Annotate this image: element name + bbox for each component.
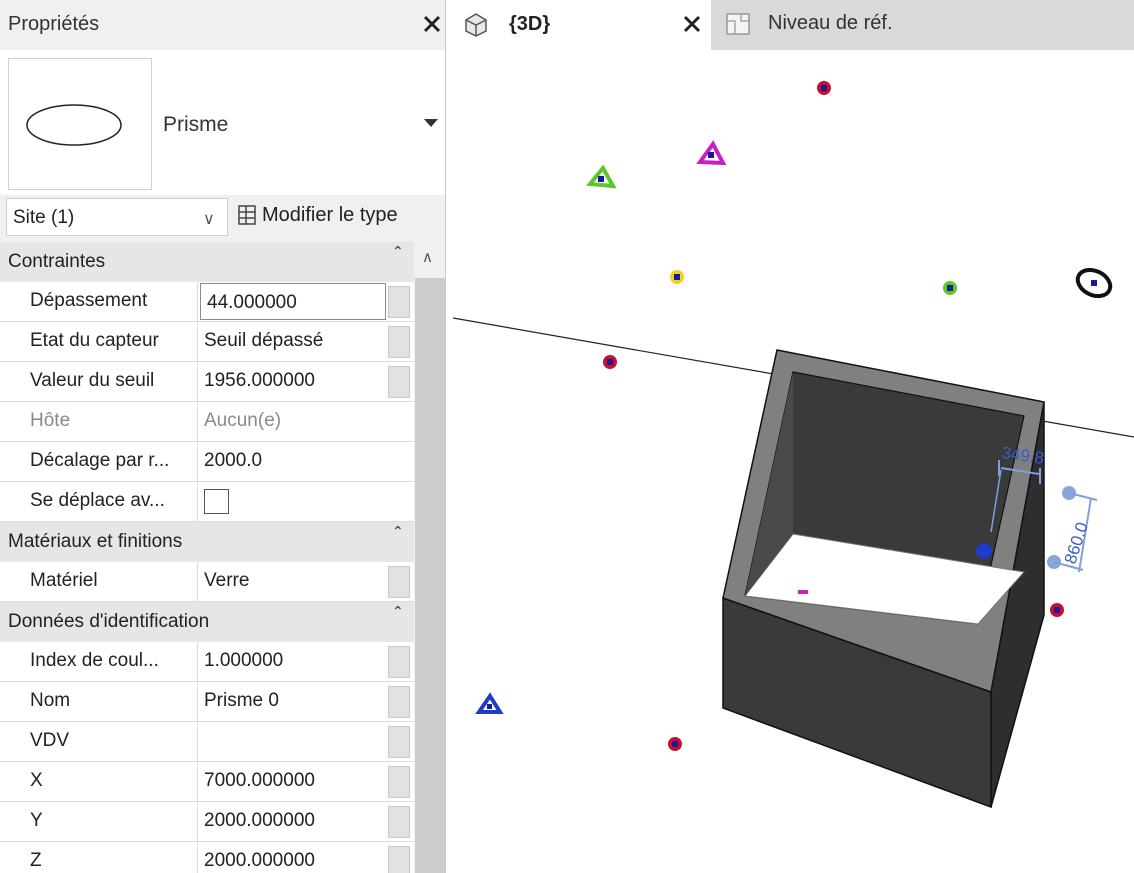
property-row[interactable]: Index de coul... 1.000000	[0, 642, 414, 682]
property-value[interactable]: 1.000000	[204, 650, 283, 672]
property-value[interactable]: 44.000000	[207, 292, 297, 314]
group-header-materiaux[interactable]: Matériaux et finitions ⌃	[0, 522, 414, 562]
close-icon[interactable]	[420, 12, 444, 36]
property-value[interactable]: 2000.000000	[204, 850, 315, 872]
property-value[interactable]: Prisme 0	[204, 690, 279, 712]
group-header-identification[interactable]: Données d'identification ⌃	[0, 602, 414, 642]
sensor-marker-green-triangle[interactable]	[586, 164, 617, 189]
properties-title-bar: Propriétés	[0, 0, 445, 50]
property-value[interactable]: Verre	[204, 570, 249, 592]
property-value[interactable]: 2000.000000	[204, 810, 315, 832]
type-dropdown-icon[interactable]	[424, 119, 438, 127]
property-row[interactable]: Etat du capteur Seuil dépassé	[0, 322, 414, 362]
properties-panel: Propriétés Prisme Site (1) ∨ Modifier le…	[0, 0, 446, 873]
3d-viewport[interactable]: 349.8 860.0	[453, 50, 1134, 873]
parameter-button[interactable]	[388, 646, 410, 678]
sensor-marker-red[interactable]	[1050, 603, 1064, 617]
property-name: X	[30, 770, 43, 791]
sensor-marker-red[interactable]	[817, 81, 831, 95]
tab-3d[interactable]: {3D}	[453, 0, 711, 50]
parameter-button[interactable]	[388, 766, 410, 798]
collapse-icon[interactable]: ⌃	[392, 244, 404, 260]
property-name: Nom	[30, 690, 71, 711]
type-name: Prisme	[163, 113, 229, 136]
chevron-down-icon: ∨	[203, 209, 215, 228]
parameter-button[interactable]	[388, 286, 410, 318]
property-name: Index de coul...	[30, 650, 159, 671]
group-label: Données d'identification	[8, 611, 210, 632]
sensor-marker-green[interactable]	[943, 281, 957, 295]
property-value: Aucun(e)	[204, 410, 282, 431]
collapse-icon[interactable]: ⌃	[392, 524, 404, 540]
hollow-box-prism[interactable]	[722, 349, 1045, 809]
property-value[interactable]: Seuil dépassé	[204, 330, 323, 352]
property-name: Etat du capteur	[30, 330, 159, 351]
property-row[interactable]: Valeur du seuil 1956.000000	[0, 362, 414, 402]
property-row[interactable]: Décalage par r... 2000.0	[0, 442, 414, 482]
property-row: Hôte Aucun(e)	[0, 402, 414, 442]
property-value[interactable]: 2000.0	[204, 450, 262, 472]
property-name: Y	[30, 810, 43, 831]
property-row[interactable]: Z 2000.000000	[0, 842, 414, 873]
parameter-button[interactable]	[388, 806, 410, 838]
edit-type-label: Modifier le type	[262, 204, 398, 226]
property-name: Matériel	[30, 570, 98, 591]
property-row[interactable]: Se déplace av...	[0, 482, 414, 522]
sensor-marker-magenta-triangle[interactable]	[696, 140, 727, 166]
type-thumbnail	[8, 58, 152, 190]
group-label: Matériaux et finitions	[8, 531, 183, 552]
property-name: VDV	[30, 730, 70, 751]
parameter-button[interactable]	[388, 566, 410, 598]
property-row[interactable]: X 7000.000000	[0, 762, 414, 802]
selected-prism-ellipse[interactable]	[1074, 265, 1115, 301]
scrollbar-thumb[interactable]	[415, 278, 445, 873]
parameter-button[interactable]	[388, 726, 410, 758]
group-header-contraintes[interactable]: Contraintes ⌃	[0, 242, 414, 282]
property-name: Décalage par r...	[30, 450, 170, 471]
3d-scene[interactable]: 349.8 860.0	[453, 50, 1134, 873]
ellipse-icon	[26, 104, 122, 146]
property-row[interactable]: Dépassement 44.000000	[0, 282, 414, 322]
parameter-button[interactable]	[388, 846, 410, 873]
property-value[interactable]: 7000.000000	[204, 770, 315, 792]
parameter-button[interactable]	[388, 366, 410, 398]
scroll-up-icon[interactable]: ∧	[422, 248, 433, 266]
property-row[interactable]: Nom Prisme 0	[0, 682, 414, 722]
sensor-marker-red[interactable]	[603, 355, 617, 369]
instance-selector[interactable]: Site (1) ∨	[6, 198, 228, 236]
close-icon[interactable]	[680, 12, 704, 36]
property-row[interactable]: VDV	[0, 722, 414, 762]
property-row[interactable]: Y 2000.000000	[0, 802, 414, 842]
tab-niveau-label: Niveau de réf.	[768, 12, 893, 34]
tab-niveau-ref[interactable]: Niveau de réf.	[711, 0, 1134, 50]
collapse-icon[interactable]: ⌃	[392, 604, 404, 620]
sensor-marker-yellow[interactable]	[670, 270, 684, 284]
property-row[interactable]: Matériel Verre	[0, 562, 414, 602]
property-name: Z	[30, 850, 42, 871]
property-name: Hôte	[30, 410, 71, 431]
properties-grid: Contraintes ⌃ Dépassement 44.000000 Etat…	[0, 242, 414, 873]
properties-title: Propriétés	[8, 13, 100, 35]
dimension-height-label: 860.0	[1061, 520, 1092, 566]
house-3d-icon	[465, 13, 487, 37]
parameter-button[interactable]	[388, 686, 410, 718]
moves-with-checkbox[interactable]	[204, 489, 229, 514]
sensor-marker-blue-triangle[interactable]	[475, 692, 504, 714]
parameter-button[interactable]	[388, 326, 410, 358]
property-name: Se déplace av...	[30, 490, 165, 511]
property-name: Dépassement	[30, 290, 148, 311]
edit-type-icon	[238, 205, 256, 225]
property-value[interactable]: 1956.000000	[204, 370, 315, 392]
instance-selector-label: Site (1)	[13, 207, 75, 228]
sensor-marker-red[interactable]	[668, 737, 682, 751]
plan-view-icon	[726, 13, 750, 35]
property-value-input[interactable]: 44.000000	[200, 283, 386, 320]
tab-3d-label: {3D}	[509, 13, 551, 35]
property-name: Valeur du seuil	[30, 370, 155, 391]
properties-scrollbar[interactable]: ∧	[414, 242, 445, 873]
group-label: Contraintes	[8, 251, 106, 272]
